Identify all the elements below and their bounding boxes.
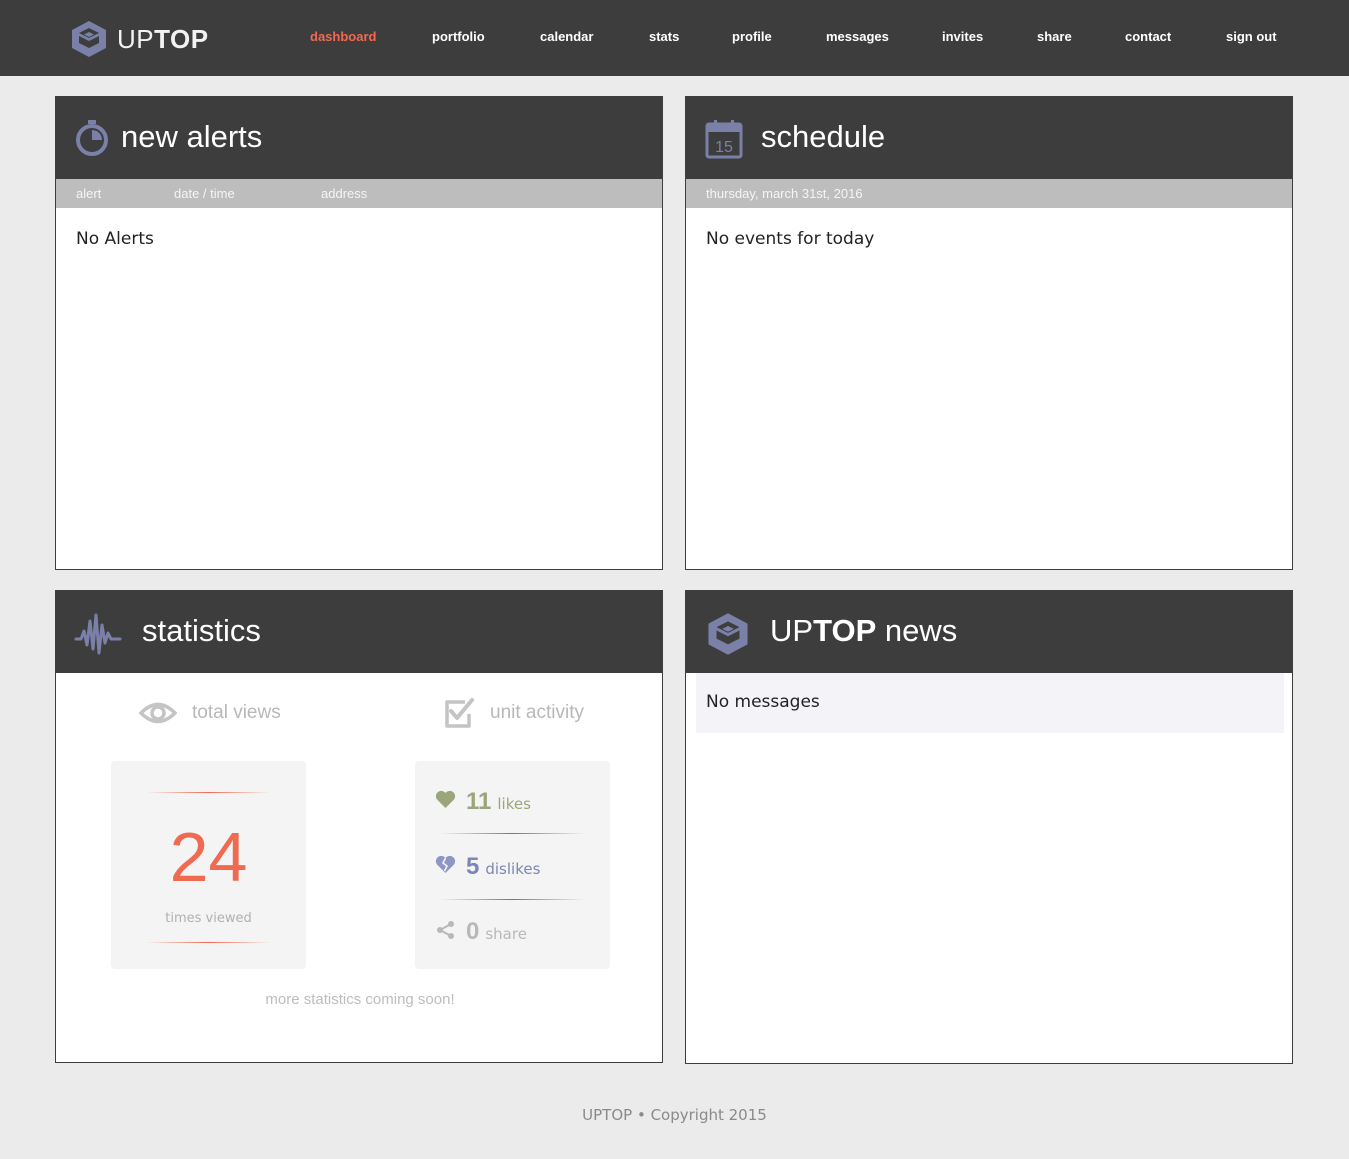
nav-profile[interactable]: profile [732,29,772,44]
nav-share[interactable]: share [1037,29,1072,44]
statistics-title: statistics [142,613,261,648]
schedule-date: thursday, march 31st, 2016 [706,186,863,201]
calendar-icon-day: 15 [715,139,733,156]
times-viewed-label: times viewed [165,911,252,926]
alerts-header: new alerts [56,97,662,179]
footer-copyright: UPTOP • Copyright 2015 [582,1106,767,1124]
schedule-date-bar: thursday, march 31st, 2016 [686,179,1292,208]
divider [440,833,585,834]
eye-icon [139,702,177,724]
cube-logo-icon [708,613,748,655]
more-statistics-note: more statistics coming soon! [265,991,455,1008]
nav-messages[interactable]: messages [826,29,889,44]
main-nav: dashboard portfolio calendar stats profi… [0,29,1349,49]
nav-invites[interactable]: invites [942,29,983,44]
pulse-wave-icon [74,613,122,655]
divider [440,899,585,900]
nav-dashboard[interactable]: dashboard [310,29,376,44]
unit-activity-label: unit activity [490,702,584,723]
nav-portfolio[interactable]: portfolio [432,29,485,44]
likes-value: 11 [466,788,492,815]
share-icon [437,921,454,939]
stopwatch-icon [76,120,108,156]
alerts-panel: new alerts alert date / time address No … [55,96,663,570]
news-title: UPTOP news [770,613,958,648]
alerts-empty-message: No Alerts [76,229,154,249]
news-header: UPTOP news [686,591,1292,673]
schedule-empty-message: No events for today [706,229,875,249]
schedule-panel: 15 schedule thursday, march 31st, 2016 N… [685,96,1293,570]
statistics-panel: statistics total views unit activity 24 … [55,590,663,1063]
divider [146,792,271,793]
nav-calendar[interactable]: calendar [540,29,593,44]
divider [146,942,271,943]
nav-contact[interactable]: contact [1125,29,1171,44]
heart-icon [435,790,456,808]
share-value: 0 [466,918,480,945]
calendar-icon: 15 [705,120,743,159]
news-panel: UPTOP news No messages [685,590,1293,1064]
top-navbar: UPTOP dashboard portfolio calendar stats… [0,0,1349,76]
column-address: address [321,186,368,201]
dislikes-label: dislikes [485,860,541,878]
times-viewed-card: 24 times viewed [111,761,306,969]
total-views-label: total views [192,702,281,723]
likes-row: 11 likes [435,788,531,816]
unit-activity-heading: unit activity [441,696,584,730]
news-empty-message: No messages [706,692,820,712]
unit-activity-card: 11 likes 5 dislikes 0 share [415,761,610,969]
nav-stats[interactable]: stats [649,29,679,44]
likes-label: likes [497,795,531,813]
share-row: 0 share [435,918,527,946]
dislikes-row: 5 dislikes [435,853,540,881]
column-alert: alert [76,186,102,201]
total-views-heading: total views [139,698,281,728]
column-date-time: date / time [174,186,235,201]
schedule-title: schedule [761,119,886,154]
nav-sign-out[interactable]: sign out [1226,29,1277,44]
dislikes-value: 5 [466,853,480,880]
broken-heart-icon [435,855,456,873]
alerts-column-headers: alert date / time address [56,179,662,208]
statistics-header: statistics [56,591,662,673]
share-label: share [485,925,527,943]
checkbox-checked-icon [445,698,474,728]
times-viewed-value: 24 [169,818,248,896]
alerts-title: new alerts [121,119,263,154]
news-message-row: No messages [696,673,1284,733]
schedule-header: 15 schedule [686,97,1292,179]
